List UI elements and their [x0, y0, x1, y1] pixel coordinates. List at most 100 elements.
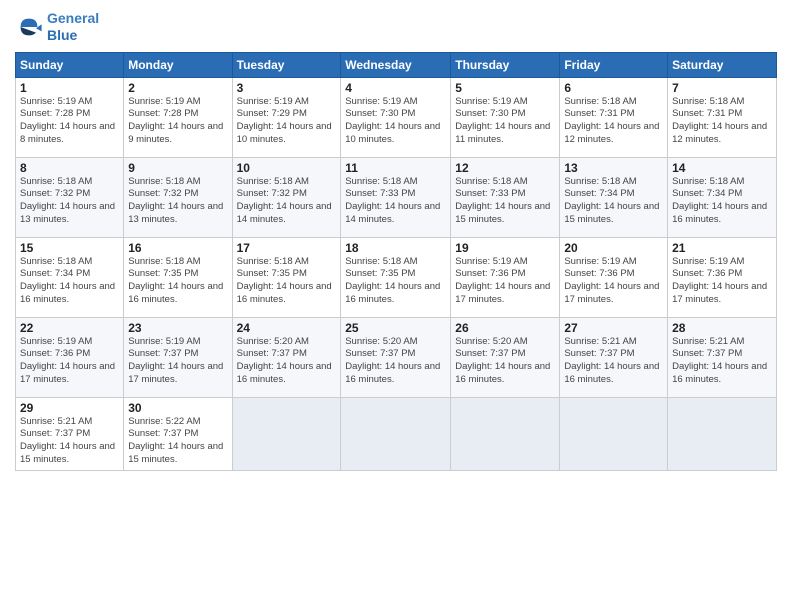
- page: General Blue SundayMondayTuesdayWednesda…: [0, 0, 792, 612]
- day-info: Sunrise: 5:18 AMSunset: 7:34 PMDaylight:…: [564, 176, 663, 227]
- day-number: 8: [20, 161, 119, 175]
- day-number: 16: [128, 241, 227, 255]
- day-info: Sunrise: 5:18 AMSunset: 7:31 PMDaylight:…: [564, 96, 663, 147]
- day-number: 17: [237, 241, 337, 255]
- calendar-cell: 26Sunrise: 5:20 AMSunset: 7:37 PMDayligh…: [451, 317, 560, 397]
- day-number: 24: [237, 321, 337, 335]
- calendar-cell: [341, 397, 451, 470]
- calendar-cell: 20Sunrise: 5:19 AMSunset: 7:36 PMDayligh…: [560, 237, 668, 317]
- day-number: 12: [455, 161, 555, 175]
- day-number: 7: [672, 81, 772, 95]
- day-number: 29: [20, 401, 119, 415]
- calendar-cell: 18Sunrise: 5:18 AMSunset: 7:35 PMDayligh…: [341, 237, 451, 317]
- day-info: Sunrise: 5:18 AMSunset: 7:34 PMDaylight:…: [672, 176, 772, 227]
- calendar-cell: 14Sunrise: 5:18 AMSunset: 7:34 PMDayligh…: [668, 157, 777, 237]
- day-number: 1: [20, 81, 119, 95]
- calendar-cell: 22Sunrise: 5:19 AMSunset: 7:36 PMDayligh…: [16, 317, 124, 397]
- day-number: 13: [564, 161, 663, 175]
- day-number: 2: [128, 81, 227, 95]
- calendar-cell: 30Sunrise: 5:22 AMSunset: 7:37 PMDayligh…: [124, 397, 232, 470]
- day-number: 22: [20, 321, 119, 335]
- day-info: Sunrise: 5:18 AMSunset: 7:32 PMDaylight:…: [20, 176, 119, 227]
- day-number: 3: [237, 81, 337, 95]
- column-header-sunday: Sunday: [16, 52, 124, 77]
- logo-text: General Blue: [47, 10, 99, 44]
- calendar-cell: 19Sunrise: 5:19 AMSunset: 7:36 PMDayligh…: [451, 237, 560, 317]
- day-info: Sunrise: 5:18 AMSunset: 7:35 PMDaylight:…: [345, 256, 446, 307]
- day-info: Sunrise: 5:18 AMSunset: 7:35 PMDaylight:…: [128, 256, 227, 307]
- calendar-cell: 3Sunrise: 5:19 AMSunset: 7:29 PMDaylight…: [232, 77, 341, 157]
- day-info: Sunrise: 5:18 AMSunset: 7:33 PMDaylight:…: [345, 176, 446, 227]
- logo: General Blue: [15, 10, 99, 44]
- day-number: 26: [455, 321, 555, 335]
- day-number: 15: [20, 241, 119, 255]
- calendar-cell: 27Sunrise: 5:21 AMSunset: 7:37 PMDayligh…: [560, 317, 668, 397]
- day-number: 23: [128, 321, 227, 335]
- calendar-cell: 15Sunrise: 5:18 AMSunset: 7:34 PMDayligh…: [16, 237, 124, 317]
- day-number: 9: [128, 161, 227, 175]
- calendar-cell: 1Sunrise: 5:19 AMSunset: 7:28 PMDaylight…: [16, 77, 124, 157]
- calendar-cell: 13Sunrise: 5:18 AMSunset: 7:34 PMDayligh…: [560, 157, 668, 237]
- day-info: Sunrise: 5:19 AMSunset: 7:36 PMDaylight:…: [672, 256, 772, 307]
- day-number: 4: [345, 81, 446, 95]
- day-number: 28: [672, 321, 772, 335]
- calendar-cell: 24Sunrise: 5:20 AMSunset: 7:37 PMDayligh…: [232, 317, 341, 397]
- calendar-cell: 9Sunrise: 5:18 AMSunset: 7:32 PMDaylight…: [124, 157, 232, 237]
- day-info: Sunrise: 5:18 AMSunset: 7:32 PMDaylight:…: [128, 176, 227, 227]
- calendar-week-row: 1Sunrise: 5:19 AMSunset: 7:28 PMDaylight…: [16, 77, 777, 157]
- column-header-saturday: Saturday: [668, 52, 777, 77]
- day-number: 18: [345, 241, 446, 255]
- day-info: Sunrise: 5:19 AMSunset: 7:28 PMDaylight:…: [128, 96, 227, 147]
- day-info: Sunrise: 5:18 AMSunset: 7:31 PMDaylight:…: [672, 96, 772, 147]
- day-info: Sunrise: 5:19 AMSunset: 7:36 PMDaylight:…: [20, 336, 119, 387]
- calendar-cell: 21Sunrise: 5:19 AMSunset: 7:36 PMDayligh…: [668, 237, 777, 317]
- day-info: Sunrise: 5:19 AMSunset: 7:36 PMDaylight:…: [455, 256, 555, 307]
- calendar-cell: 7Sunrise: 5:18 AMSunset: 7:31 PMDaylight…: [668, 77, 777, 157]
- calendar-cell: 23Sunrise: 5:19 AMSunset: 7:37 PMDayligh…: [124, 317, 232, 397]
- calendar-week-row: 29Sunrise: 5:21 AMSunset: 7:37 PMDayligh…: [16, 397, 777, 470]
- day-number: 19: [455, 241, 555, 255]
- logo-icon: [15, 13, 43, 41]
- day-info: Sunrise: 5:19 AMSunset: 7:30 PMDaylight:…: [345, 96, 446, 147]
- calendar-cell: 25Sunrise: 5:20 AMSunset: 7:37 PMDayligh…: [341, 317, 451, 397]
- day-info: Sunrise: 5:22 AMSunset: 7:37 PMDaylight:…: [128, 416, 227, 467]
- day-info: Sunrise: 5:19 AMSunset: 7:30 PMDaylight:…: [455, 96, 555, 147]
- day-info: Sunrise: 5:19 AMSunset: 7:37 PMDaylight:…: [128, 336, 227, 387]
- calendar-week-row: 15Sunrise: 5:18 AMSunset: 7:34 PMDayligh…: [16, 237, 777, 317]
- calendar-cell: 16Sunrise: 5:18 AMSunset: 7:35 PMDayligh…: [124, 237, 232, 317]
- calendar-cell: 12Sunrise: 5:18 AMSunset: 7:33 PMDayligh…: [451, 157, 560, 237]
- day-info: Sunrise: 5:20 AMSunset: 7:37 PMDaylight:…: [455, 336, 555, 387]
- day-info: Sunrise: 5:18 AMSunset: 7:35 PMDaylight:…: [237, 256, 337, 307]
- calendar-cell: 29Sunrise: 5:21 AMSunset: 7:37 PMDayligh…: [16, 397, 124, 470]
- day-number: 5: [455, 81, 555, 95]
- day-info: Sunrise: 5:18 AMSunset: 7:32 PMDaylight:…: [237, 176, 337, 227]
- calendar-week-row: 22Sunrise: 5:19 AMSunset: 7:36 PMDayligh…: [16, 317, 777, 397]
- day-number: 27: [564, 321, 663, 335]
- day-info: Sunrise: 5:18 AMSunset: 7:34 PMDaylight:…: [20, 256, 119, 307]
- calendar-cell: [668, 397, 777, 470]
- column-header-thursday: Thursday: [451, 52, 560, 77]
- calendar-cell: 10Sunrise: 5:18 AMSunset: 7:32 PMDayligh…: [232, 157, 341, 237]
- day-number: 30: [128, 401, 227, 415]
- day-info: Sunrise: 5:21 AMSunset: 7:37 PMDaylight:…: [672, 336, 772, 387]
- day-number: 11: [345, 161, 446, 175]
- column-header-wednesday: Wednesday: [341, 52, 451, 77]
- calendar-cell: 11Sunrise: 5:18 AMSunset: 7:33 PMDayligh…: [341, 157, 451, 237]
- calendar-cell: [560, 397, 668, 470]
- day-number: 10: [237, 161, 337, 175]
- day-info: Sunrise: 5:19 AMSunset: 7:28 PMDaylight:…: [20, 96, 119, 147]
- day-number: 21: [672, 241, 772, 255]
- day-info: Sunrise: 5:18 AMSunset: 7:33 PMDaylight:…: [455, 176, 555, 227]
- calendar-cell: 17Sunrise: 5:18 AMSunset: 7:35 PMDayligh…: [232, 237, 341, 317]
- header: General Blue: [15, 10, 777, 44]
- day-number: 25: [345, 321, 446, 335]
- calendar-cell: 8Sunrise: 5:18 AMSunset: 7:32 PMDaylight…: [16, 157, 124, 237]
- day-number: 20: [564, 241, 663, 255]
- day-info: Sunrise: 5:21 AMSunset: 7:37 PMDaylight:…: [20, 416, 119, 467]
- day-number: 6: [564, 81, 663, 95]
- column-header-tuesday: Tuesday: [232, 52, 341, 77]
- calendar-cell: 28Sunrise: 5:21 AMSunset: 7:37 PMDayligh…: [668, 317, 777, 397]
- day-info: Sunrise: 5:19 AMSunset: 7:36 PMDaylight:…: [564, 256, 663, 307]
- day-info: Sunrise: 5:20 AMSunset: 7:37 PMDaylight:…: [237, 336, 337, 387]
- day-info: Sunrise: 5:19 AMSunset: 7:29 PMDaylight:…: [237, 96, 337, 147]
